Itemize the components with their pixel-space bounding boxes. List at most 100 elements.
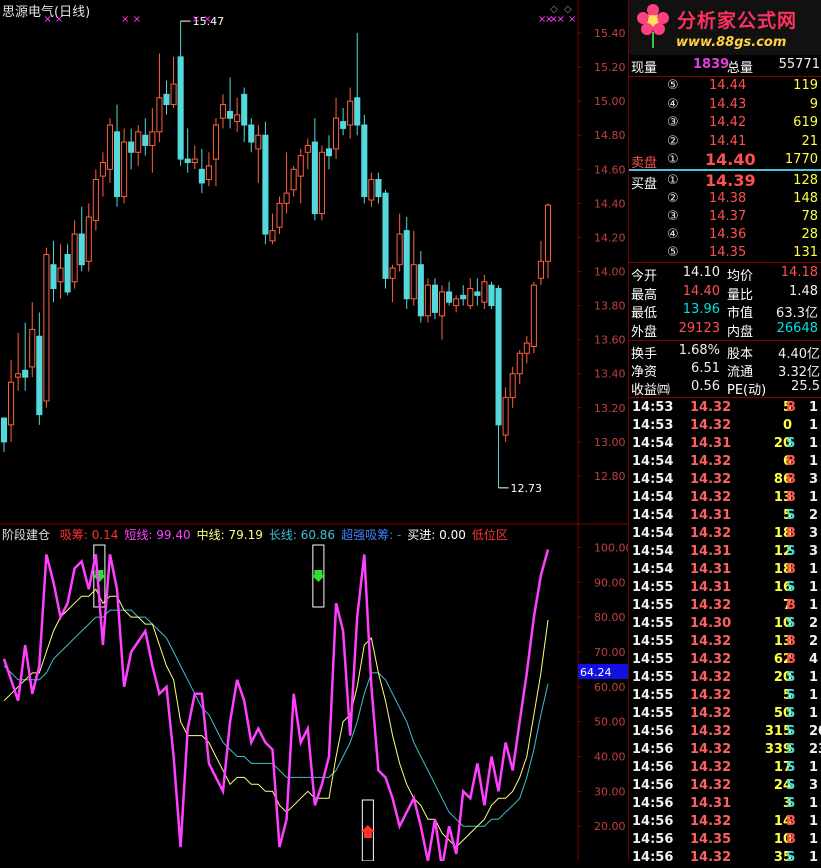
current-vol-label: 现量 xyxy=(631,61,658,76)
bid-level: ① xyxy=(667,173,679,188)
price-tick-label: 14.60 xyxy=(594,163,626,176)
bid-volume: 128 xyxy=(793,173,818,188)
trade-side: S xyxy=(786,616,796,631)
trade-count: 4 xyxy=(809,652,819,667)
trade-side: B xyxy=(786,562,796,577)
indicator-tick-label: 70.00 xyxy=(594,646,626,659)
trade-count: 1 xyxy=(809,562,819,577)
candle-body xyxy=(453,298,460,307)
candle-body xyxy=(121,141,128,198)
candle-body xyxy=(403,230,410,300)
bid-price: 14.36 xyxy=(709,227,747,242)
fundamental-label: PE(动) xyxy=(727,383,767,398)
chart-area[interactable]: 15.40 15.20 15.00 14.80 14.60 14.40 14.20 14.00… xyxy=(0,0,628,861)
chart-title: 思源电气(日线) xyxy=(2,1,90,20)
ask-price: 14.41 xyxy=(709,133,747,149)
ask-volume: 9 xyxy=(809,96,818,112)
trade-row: 14:54 14.31 5 S 2 xyxy=(629,508,821,526)
stat-row: 今开 14.10 均价 14.18 xyxy=(629,265,821,284)
candle-body xyxy=(410,264,417,300)
fundamental-value: 3.32亿 xyxy=(778,365,820,380)
trade-side: B xyxy=(786,490,796,505)
trade-price: 14.32 xyxy=(690,652,732,667)
candle-body xyxy=(50,264,57,290)
candle-body xyxy=(446,291,453,303)
indicator-title: 阶段建仓 xyxy=(2,528,51,542)
trade-count: 3 xyxy=(809,472,819,487)
candle-body xyxy=(241,93,248,126)
ask-price: 14.42 xyxy=(709,115,747,130)
logo-url[interactable]: www.88gs.com xyxy=(676,35,786,50)
candle-body xyxy=(170,83,177,106)
trade-row: 14:5614.32315S20 xyxy=(629,724,821,742)
trade-price: 14.32 xyxy=(690,418,732,433)
candle-body xyxy=(142,134,149,146)
fundamental-label: 收益㈣ xyxy=(631,383,671,398)
bid-level: ⑤ xyxy=(667,245,679,260)
candle-body xyxy=(276,202,283,228)
candle-body xyxy=(135,131,142,153)
candle-body xyxy=(481,281,488,303)
candle-body xyxy=(163,93,170,106)
price-tick-label: 13.40 xyxy=(594,368,626,381)
divider xyxy=(629,340,821,341)
trade-side: B xyxy=(786,400,796,415)
trade-side: S xyxy=(786,670,796,685)
trade-count: 1 xyxy=(809,850,819,865)
trade-row: 14:55 14.32 62 B 4 xyxy=(629,652,821,670)
trade-count: 1 xyxy=(809,580,819,595)
indicator-tick-label: 80.00 xyxy=(594,611,626,624)
stat-label: 外盘 xyxy=(631,324,658,340)
indicator-tick-label: 90.00 xyxy=(594,576,626,589)
trade-time: 14:55 xyxy=(632,580,674,595)
trade-price: 14.32 xyxy=(690,472,732,487)
signal-marker: × × xyxy=(192,14,212,25)
chart-period: (日线) xyxy=(54,5,91,20)
candle-body xyxy=(113,131,121,198)
fundamental-row: 净资 6.51 流通 3.32亿 xyxy=(629,361,821,380)
candle-body xyxy=(15,373,22,378)
trade-time: 14:55 xyxy=(632,652,674,667)
ask-price: 14.40 xyxy=(705,150,756,169)
stat-value: 26648 xyxy=(776,320,818,336)
candle-body xyxy=(0,417,8,443)
bid-row: ④ 14.36 28 xyxy=(629,227,821,245)
trade-price: 14.31 xyxy=(690,562,732,577)
price-tick-label: 12.80 xyxy=(594,470,626,483)
legend-entry: 吸筹: 0.14 xyxy=(59,528,119,542)
candle-body xyxy=(495,288,502,426)
candle-body xyxy=(368,179,375,201)
trade-row: 14:5614.32339S23 xyxy=(629,742,821,760)
total-vol-value: 55771 xyxy=(778,57,820,72)
trade-time: 14:55 xyxy=(632,706,674,721)
stat-label: 均价 xyxy=(727,269,754,284)
candle-body xyxy=(474,291,481,296)
candle-body xyxy=(156,97,163,133)
trade-row: 14:56 14.32 24 S 3 xyxy=(629,778,821,796)
logo-name: 分析家公式网 xyxy=(677,10,798,32)
candle-body xyxy=(184,158,191,163)
legend-entry: 中线: 79.19 xyxy=(196,528,263,542)
candle-body xyxy=(219,104,227,119)
trade-time: 14:56 xyxy=(632,850,674,865)
candle-body xyxy=(78,233,85,266)
candle-body xyxy=(488,284,495,307)
candle-body xyxy=(354,97,361,126)
trade-row: 14:54 14.32 6 B 1 xyxy=(629,454,821,472)
chart-canvas[interactable]: 15.40 15.20 15.00 14.80 14.60 14.40 14.20 14.00… xyxy=(0,0,628,861)
candle-body xyxy=(431,284,439,313)
candle-body xyxy=(128,141,135,153)
fundamental-value: 1.68% xyxy=(678,343,720,358)
trade-row: 14:54 14.31 18 B 1 xyxy=(629,562,821,580)
stat-label: 内盘 xyxy=(727,324,754,340)
trade-price: 14.32 xyxy=(690,760,732,775)
trade-price: 14.32 xyxy=(690,706,732,721)
trade-row: 14:56 14.32 35 S 1 xyxy=(629,850,821,868)
trade-side: S xyxy=(786,742,796,757)
bid-price: 14.37 xyxy=(709,209,747,224)
trade-row: 14:55 14.32 5 S 1 xyxy=(629,688,821,706)
candle-body xyxy=(205,165,212,181)
trade-time: 14:54 xyxy=(632,472,674,487)
trade-side: B xyxy=(786,454,796,469)
trade-time: 14:56 xyxy=(632,778,674,793)
